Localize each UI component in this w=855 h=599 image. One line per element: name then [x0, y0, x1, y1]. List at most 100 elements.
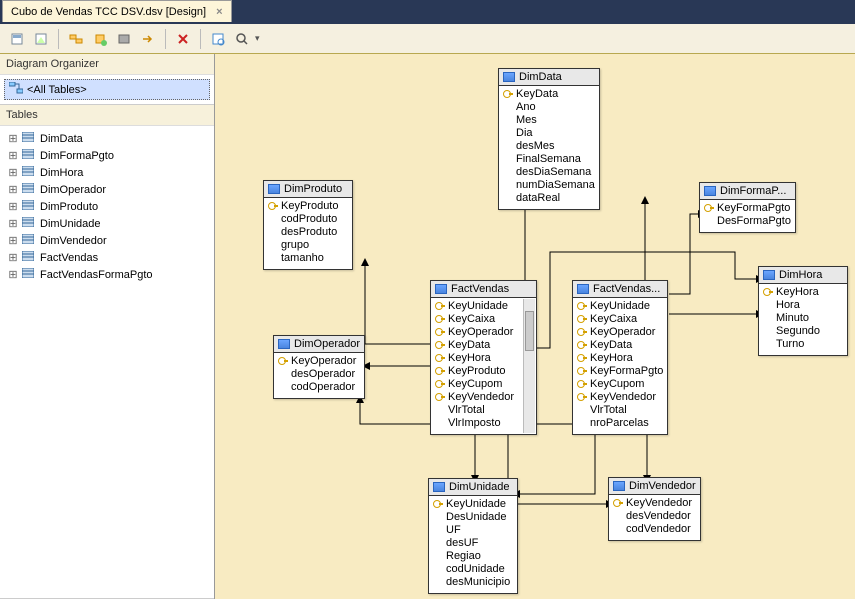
entity-dimhora[interactable]: DimHora KeyHoraHoraMinutoSegundoTurno	[758, 266, 848, 356]
expand-icon[interactable]: ⊞	[8, 200, 18, 213]
column-row[interactable]: DesUnidade	[433, 511, 513, 524]
column-row[interactable]: KeyData	[577, 339, 663, 352]
entity-dimdata[interactable]: DimData KeyDataAnoMesDiadesMesFinalSemana…	[498, 68, 600, 210]
column-row[interactable]: desDiaSemana	[503, 166, 595, 179]
entity-header[interactable]: DimFormaP...	[700, 183, 795, 200]
expand-icon[interactable]: ⊞	[8, 149, 18, 162]
entity-dimoperador[interactable]: DimOperador KeyOperadordesOperadorcodOper…	[273, 335, 365, 399]
entity-header[interactable]: FactVendas	[431, 281, 536, 298]
column-row[interactable]: KeyProduto	[268, 200, 348, 213]
document-tab[interactable]: Cubo de Vendas TCC DSV.dsv [Design] ×	[2, 0, 232, 22]
scrollbar-thumb[interactable]	[525, 311, 534, 351]
expand-icon[interactable]: ⊞	[8, 268, 18, 281]
column-row[interactable]: codUnidade	[433, 563, 513, 576]
entity-factvendasfp[interactable]: FactVendas... KeyUnidadeKeyCaixaKeyOperad…	[572, 280, 668, 435]
column-row[interactable]: KeyUnidade	[577, 300, 663, 313]
entity-dimunidade[interactable]: DimUnidade KeyUnidadeDesUnidadeUFdesUFReg…	[428, 478, 518, 594]
entity-dimformapgto[interactable]: DimFormaP...KeyFormaPgtoDesFormaPgto	[699, 182, 796, 233]
column-row[interactable]: numDiaSemana	[503, 179, 595, 192]
column-row[interactable]: DesFormaPgto	[704, 215, 791, 228]
scrollbar[interactable]	[523, 299, 535, 433]
toolbar-btn-2[interactable]	[30, 28, 52, 50]
column-row[interactable]: KeyHora	[763, 286, 843, 299]
table-item-dimdata[interactable]: ⊞DimData	[4, 130, 210, 147]
column-row[interactable]: KeyOperador	[435, 326, 522, 339]
table-item-dimoperador[interactable]: ⊞DimOperador	[4, 181, 210, 198]
all-tables-item[interactable]: <All Tables>	[4, 79, 210, 100]
column-row[interactable]: FinalSemana	[503, 153, 595, 166]
chevron-down-icon[interactable]: ▾	[255, 33, 260, 44]
column-row[interactable]: KeyProduto	[435, 365, 522, 378]
table-item-dimproduto[interactable]: ⊞DimProduto	[4, 198, 210, 215]
toolbar-btn-4[interactable]	[89, 28, 111, 50]
toolbar-btn-1[interactable]	[6, 28, 28, 50]
column-row[interactable]: VlrTotal	[435, 404, 522, 417]
expand-icon[interactable]: ⊞	[8, 183, 18, 196]
column-row[interactable]: VlrImposto	[435, 417, 522, 430]
toolbar-btn-7[interactable]	[207, 28, 229, 50]
delete-icon[interactable]	[172, 28, 194, 50]
column-row[interactable]: Dia	[503, 127, 595, 140]
column-row[interactable]: KeyOperador	[577, 326, 663, 339]
expand-icon[interactable]: ⊞	[8, 251, 18, 264]
table-item-factvendasformapgto[interactable]: ⊞FactVendasFormaPgto	[4, 266, 210, 283]
column-row[interactable]: codProduto	[268, 213, 348, 226]
column-row[interactable]: VlrTotal	[577, 404, 663, 417]
column-row[interactable]: codOperador	[278, 381, 360, 394]
zoom-icon[interactable]	[231, 28, 253, 50]
toolbar-btn-5[interactable]	[113, 28, 135, 50]
entity-header[interactable]: FactVendas...	[573, 281, 667, 298]
column-row[interactable]: KeyData	[503, 88, 595, 101]
entity-factvendas[interactable]: FactVendasKeyUnidadeKeyCaixaKeyOperadorK…	[430, 280, 537, 435]
column-row[interactable]: KeyCupom	[435, 378, 522, 391]
column-row[interactable]: Minuto	[763, 312, 843, 325]
column-row[interactable]: KeyCaixa	[435, 313, 522, 326]
entity-header[interactable]: DimProduto	[264, 181, 352, 198]
column-row[interactable]: nroParcelas	[577, 417, 663, 430]
column-row[interactable]: desProduto	[268, 226, 348, 239]
table-item-dimformapgto[interactable]: ⊞DimFormaPgto	[4, 147, 210, 164]
close-icon[interactable]: ×	[216, 6, 222, 18]
expand-icon[interactable]: ⊞	[8, 234, 18, 247]
column-row[interactable]: KeyOperador	[278, 355, 360, 368]
entity-header[interactable]: DimOperador	[274, 336, 364, 353]
entity-header[interactable]: DimData	[499, 69, 599, 86]
toolbar-btn-6[interactable]	[137, 28, 159, 50]
column-row[interactable]: tamanho	[268, 252, 348, 265]
entity-header[interactable]: DimHora	[759, 267, 847, 284]
table-item-dimunidade[interactable]: ⊞DimUnidade	[4, 215, 210, 232]
column-row[interactable]: Mes	[503, 114, 595, 127]
column-row[interactable]: KeyCaixa	[577, 313, 663, 326]
column-row[interactable]: Regiao	[433, 550, 513, 563]
column-row[interactable]: dataReal	[503, 192, 595, 205]
column-row[interactable]: Turno	[763, 338, 843, 351]
column-row[interactable]: grupo	[268, 239, 348, 252]
entity-header[interactable]: DimVendedor	[609, 478, 700, 495]
column-row[interactable]: KeyHora	[435, 352, 522, 365]
column-row[interactable]: Ano	[503, 101, 595, 114]
table-item-dimhora[interactable]: ⊞DimHora	[4, 164, 210, 181]
entity-header[interactable]: DimUnidade	[429, 479, 517, 496]
column-row[interactable]: UF	[433, 524, 513, 537]
column-row[interactable]: desOperador	[278, 368, 360, 381]
toolbar-btn-3[interactable]	[65, 28, 87, 50]
expand-icon[interactable]: ⊞	[8, 132, 18, 145]
diagram-canvas[interactable]: DimDataKeyDataAnoMesDiadesMesFinalSemana…	[215, 54, 855, 599]
entity-dimvendedor[interactable]: DimVendedorKeyVendedordesVendedorcodVend…	[608, 477, 701, 541]
column-row[interactable]: Segundo	[763, 325, 843, 338]
expand-icon[interactable]: ⊞	[8, 217, 18, 230]
column-row[interactable]: KeyCupom	[577, 378, 663, 391]
entity-dimproduto[interactable]: DimProduto KeyProdutocodProdutodesProduto…	[263, 180, 353, 270]
column-row[interactable]: Hora	[763, 299, 843, 312]
column-row[interactable]: KeyData	[435, 339, 522, 352]
column-row[interactable]: desUF	[433, 537, 513, 550]
column-row[interactable]: desMunicipio	[433, 576, 513, 589]
expand-icon[interactable]: ⊞	[8, 166, 18, 179]
column-row[interactable]: KeyVendedor	[435, 391, 522, 404]
column-row[interactable]: KeyHora	[577, 352, 663, 365]
column-row[interactable]: desMes	[503, 140, 595, 153]
table-item-dimvendedor[interactable]: ⊞DimVendedor	[4, 232, 210, 249]
column-row[interactable]: codVendedor	[613, 523, 696, 536]
column-row[interactable]: KeyUnidade	[433, 498, 513, 511]
column-row[interactable]: desVendedor	[613, 510, 696, 523]
